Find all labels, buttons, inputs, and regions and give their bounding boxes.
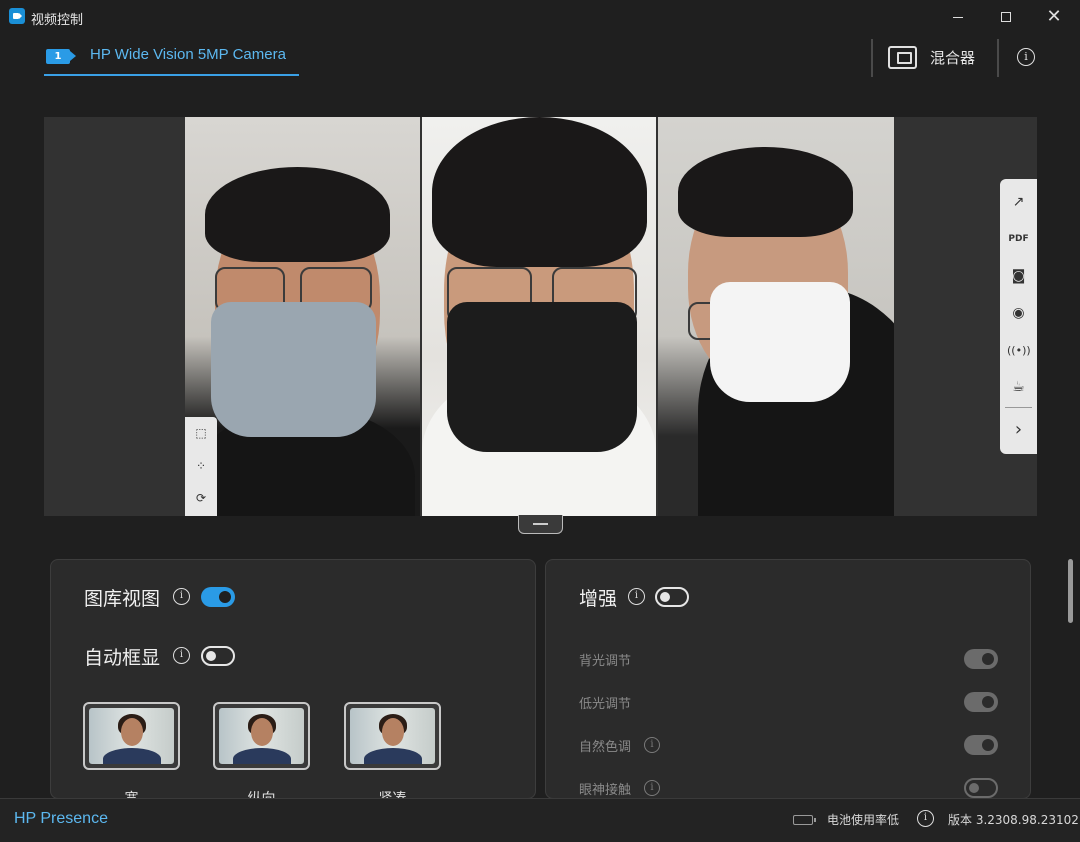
framing-preview-image bbox=[89, 708, 174, 764]
header-divider bbox=[871, 39, 873, 77]
camera-number-icon: 1 bbox=[46, 49, 70, 64]
capture-toolbar: ↗ PDF ◙ ◉ ((•)) ☕ › bbox=[1000, 179, 1037, 454]
auto-framing-info-icon[interactable]: i bbox=[173, 647, 190, 664]
version-label: 版本 3.2308.98.23102 bbox=[948, 813, 1079, 827]
video-tile-2 bbox=[422, 117, 656, 516]
natural-tone-info-icon[interactable]: i bbox=[644, 737, 660, 753]
framing-toolbar: ⬚ ⁘ ⟳ bbox=[185, 417, 217, 516]
framing-panel: 图库视图 i 自动框显 i 宽 纵向 紧凑 bbox=[50, 559, 536, 807]
auto-framing-label: 自动框显 bbox=[84, 647, 161, 669]
window-title: 视频控制 bbox=[31, 13, 84, 28]
enhance-label: 增强 bbox=[579, 588, 618, 610]
framing-preview-image bbox=[350, 708, 435, 764]
auto-framing-toggle[interactable] bbox=[201, 646, 235, 666]
framing-mode-portrait[interactable] bbox=[213, 702, 310, 770]
video-tile-1 bbox=[185, 117, 420, 516]
toolbar-divider bbox=[1005, 407, 1032, 408]
coffee-break-icon[interactable]: ☕ bbox=[1007, 376, 1030, 399]
header-divider bbox=[997, 39, 999, 77]
eye-contact-info-icon[interactable]: i bbox=[644, 780, 660, 796]
mixer-label: 混合器 bbox=[930, 48, 976, 67]
gallery-view-info-icon[interactable]: i bbox=[173, 588, 190, 605]
framing-preview-image bbox=[219, 708, 304, 764]
info-icon[interactable]: i bbox=[1017, 48, 1035, 66]
brand-label: HP Presence bbox=[14, 810, 108, 827]
pdf-icon[interactable]: PDF bbox=[1007, 228, 1030, 251]
camera-preview: ⬚ ⁘ ⟳ ↗ PDF ◙ ◉ ((•)) ☕ › bbox=[44, 117, 1037, 516]
eye-contact-label: 眼神接触 bbox=[579, 783, 632, 798]
pop-out-icon[interactable]: ↗ bbox=[1007, 191, 1030, 214]
camera-snapshot-icon[interactable]: ◙ bbox=[1007, 265, 1030, 288]
natural-tone-label: 自然色调 bbox=[579, 740, 632, 755]
framing-points-icon[interactable]: ⁘ bbox=[191, 456, 211, 476]
close-icon: ✕ bbox=[1046, 6, 1062, 27]
low-light-label: 低光调节 bbox=[579, 697, 632, 712]
low-light-toggle[interactable] bbox=[964, 692, 998, 712]
broadcast-icon[interactable]: ((•)) bbox=[1007, 339, 1031, 362]
battery-status: 电池使用率低 bbox=[827, 813, 900, 827]
record-icon[interactable]: ◉ bbox=[1007, 302, 1030, 325]
gallery-view-label: 图库视图 bbox=[84, 588, 161, 610]
enhance-info-icon[interactable]: i bbox=[628, 588, 645, 605]
status-bar: HP Presence 电池使用率低 i 版本 3.2308.98.23102 bbox=[0, 798, 1080, 842]
camera-tab[interactable]: 1 HP Wide Vision 5MP Camera bbox=[44, 44, 299, 76]
framing-mode-tight[interactable] bbox=[344, 702, 441, 770]
scrollbar-thumb[interactable] bbox=[1068, 559, 1073, 623]
video-camera-app-icon bbox=[9, 8, 25, 24]
backlight-label: 背光调节 bbox=[579, 654, 632, 669]
enhance-panel: 增强 i 背光调节 低光调节 自然色调 i 眼神接触 i bbox=[545, 559, 1031, 799]
about-info-icon[interactable]: i bbox=[917, 810, 934, 827]
gallery-view-toggle[interactable] bbox=[201, 587, 235, 607]
collapse-preview-handle[interactable] bbox=[518, 515, 563, 534]
minimize-button[interactable] bbox=[934, 0, 982, 34]
picture-in-picture-icon bbox=[888, 45, 917, 69]
maximize-button[interactable] bbox=[982, 0, 1030, 34]
mixer-button[interactable]: 混合器 bbox=[888, 40, 975, 74]
rotate-icon[interactable]: ⟳ bbox=[191, 488, 211, 508]
expand-arrow-icon[interactable]: › bbox=[1007, 418, 1030, 441]
maximize-icon bbox=[1001, 12, 1011, 22]
auto-frame-icon[interactable]: ⬚ bbox=[191, 423, 211, 443]
title-bar: 视频控制 ✕ bbox=[0, 0, 1080, 34]
eye-contact-toggle[interactable] bbox=[964, 778, 998, 798]
camera-tab-label: HP Wide Vision 5MP Camera bbox=[90, 46, 286, 63]
video-tile-3 bbox=[658, 117, 894, 516]
natural-tone-toggle[interactable] bbox=[964, 735, 998, 755]
battery-icon bbox=[793, 815, 816, 825]
minimize-icon bbox=[953, 16, 963, 18]
close-button[interactable]: ✕ bbox=[1030, 0, 1078, 34]
framing-mode-wide[interactable] bbox=[83, 702, 180, 770]
backlight-toggle[interactable] bbox=[964, 649, 998, 669]
enhance-toggle[interactable] bbox=[655, 587, 689, 607]
